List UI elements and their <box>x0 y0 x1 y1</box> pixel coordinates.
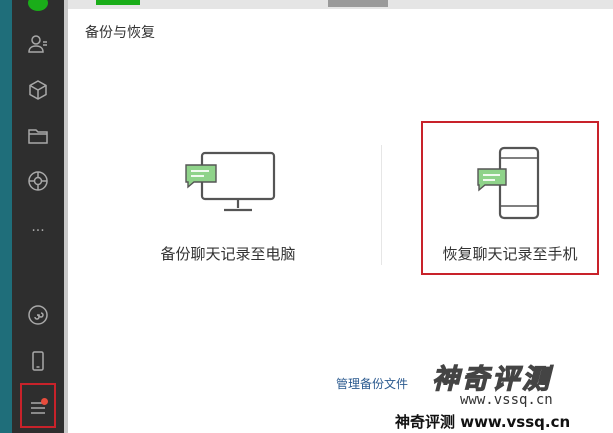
option-divider <box>381 145 382 265</box>
box-icon[interactable] <box>23 75 53 105</box>
more-icon[interactable]: ··· <box>23 216 53 246</box>
top-green-accent <box>96 0 140 5</box>
page-title: 备份与恢复 <box>85 25 155 41</box>
restore-to-phone-option[interactable]: 恢复聊天记录至手机 <box>421 121 599 275</box>
watermark-footer: 神奇评测 www.vssq.cn <box>395 413 571 431</box>
backup-option-label: 备份聊天记录至电脑 <box>160 245 296 263</box>
wechat-logo-icon <box>23 0 53 18</box>
contacts-icon[interactable] <box>23 29 53 59</box>
computer-chat-icon <box>185 151 276 212</box>
moments-icon[interactable] <box>23 166 53 196</box>
desktop-background <box>0 0 12 433</box>
restore-option-label: 恢复聊天记录至手机 <box>442 245 578 263</box>
top-grey-accent <box>328 0 388 7</box>
phone-icon[interactable] <box>23 346 53 376</box>
backup-to-pc-option[interactable]: 备份聊天记录至电脑 <box>108 140 348 280</box>
mini-program-icon[interactable] <box>23 300 53 330</box>
watermark-brand: 神奇评测 <box>431 363 552 395</box>
notification-badge <box>41 398 48 405</box>
menu-icon[interactable] <box>23 393 53 423</box>
sidebar: ··· <box>12 0 64 433</box>
folder-icon[interactable] <box>23 121 53 151</box>
watermark-url: www.vssq.cn <box>460 392 553 408</box>
manage-backup-files-link[interactable]: 管理备份文件 <box>336 375 408 392</box>
top-strip <box>68 0 613 9</box>
more-icon-glyph: ··· <box>31 223 45 239</box>
phone-chat-icon <box>477 146 540 220</box>
